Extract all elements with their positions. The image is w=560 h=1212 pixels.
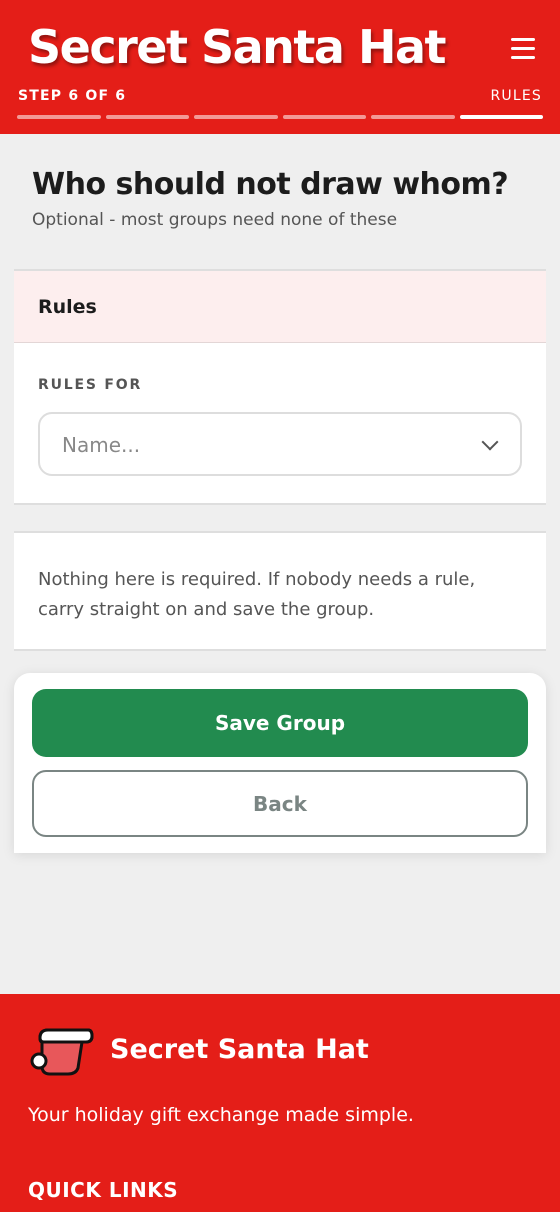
app-title[interactable]: Secret Santa Hat bbox=[28, 20, 446, 74]
page-subtitle: Optional - most groups need none of thes… bbox=[32, 210, 398, 230]
step-name: RULES bbox=[490, 88, 542, 104]
progress-segment bbox=[105, 115, 189, 119]
progress-segment bbox=[194, 115, 278, 119]
progress-segment bbox=[459, 115, 543, 119]
progress-bar bbox=[17, 115, 543, 119]
site-footer: Secret Santa Hat Your holiday gift excha… bbox=[0, 994, 560, 1212]
santa-hat-icon bbox=[30, 1028, 94, 1076]
rules-for-select[interactable]: Name... bbox=[38, 412, 522, 476]
info-text: Nothing here is required. If nobody need… bbox=[38, 569, 476, 620]
progress-segment bbox=[282, 115, 366, 119]
progress-segment bbox=[371, 115, 455, 119]
hamburger-menu-icon[interactable] bbox=[508, 38, 538, 62]
step-indicator: STEP 6 OF 6 bbox=[18, 88, 127, 104]
rules-card-title: Rules bbox=[38, 295, 97, 318]
action-panel: Save Group Back bbox=[14, 673, 546, 853]
rules-card: Rules RULES FOR Name... bbox=[14, 269, 546, 505]
progress-segment bbox=[17, 115, 101, 119]
footer-tagline: Your holiday gift exchange made simple. bbox=[28, 1104, 414, 1126]
footer-title: Secret Santa Hat bbox=[110, 1034, 369, 1065]
site-header: Secret Santa Hat STEP 6 OF 6 RULES bbox=[0, 0, 560, 134]
info-card: Nothing here is required. If nobody need… bbox=[14, 531, 546, 651]
quick-links-heading: QUICK LINKS bbox=[28, 1178, 179, 1202]
chevron-down-icon bbox=[481, 433, 499, 451]
page-title: Who should not draw whom? bbox=[32, 167, 509, 202]
rules-for-label: RULES FOR bbox=[38, 377, 143, 393]
rules-for-select-placeholder: Name... bbox=[62, 433, 141, 457]
rules-card-header: Rules bbox=[14, 271, 546, 343]
save-group-button[interactable]: Save Group bbox=[32, 689, 528, 757]
back-button[interactable]: Back bbox=[32, 770, 528, 837]
